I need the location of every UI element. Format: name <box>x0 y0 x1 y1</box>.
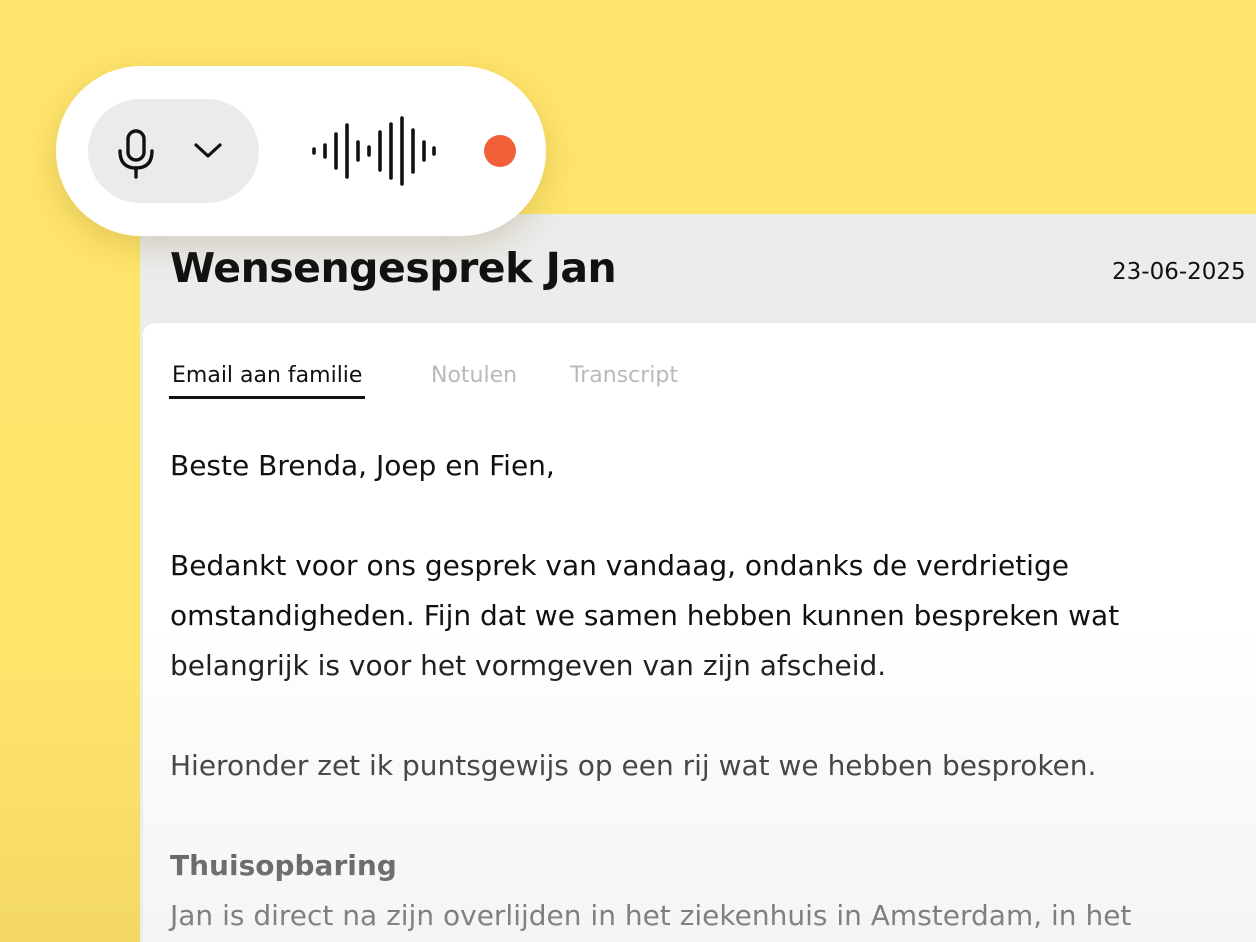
document-card: Email aan familie Notulen Transcript Bes… <box>143 323 1256 942</box>
section-heading-thuisopbaring: Thuisopbaring <box>170 849 397 882</box>
email-body: Beste Brenda, Joep en Fien, Bedankt voor… <box>170 441 1250 941</box>
email-paragraph-line: omstandigheden. Fijn dat we samen hebben… <box>170 599 1120 632</box>
recorder-widget <box>56 66 546 236</box>
tab-notulen[interactable]: Notulen <box>428 361 520 396</box>
email-paragraph-line: Bedankt voor ons gesprek van vandaag, on… <box>170 549 1069 582</box>
microphone-select-button[interactable] <box>88 99 259 203</box>
document-date: 23-06-2025 <box>1112 259 1246 285</box>
email-paragraph-line: belangrijk is voor het vormgeven van zij… <box>170 649 887 682</box>
tab-email-aan-familie[interactable]: Email aan familie <box>169 361 366 399</box>
tab-transcript[interactable]: Transcript <box>567 361 681 396</box>
document-window: Wensengesprek Jan 23-06-2025 Email aan f… <box>140 214 1256 942</box>
audio-waveform-icon <box>312 116 436 186</box>
email-paragraph-summary: Hieronder zet ik puntsgewijs op een rij … <box>170 749 1097 782</box>
chevron-down-icon <box>194 143 222 158</box>
section-text: Jan is direct na zijn overlijden in het … <box>170 899 1132 932</box>
recording-indicator-dot[interactable] <box>484 135 516 167</box>
document-title: Wensengesprek Jan <box>170 244 617 292</box>
microphone-icon <box>118 129 154 179</box>
email-greeting: Beste Brenda, Joep en Fien, <box>170 449 555 482</box>
